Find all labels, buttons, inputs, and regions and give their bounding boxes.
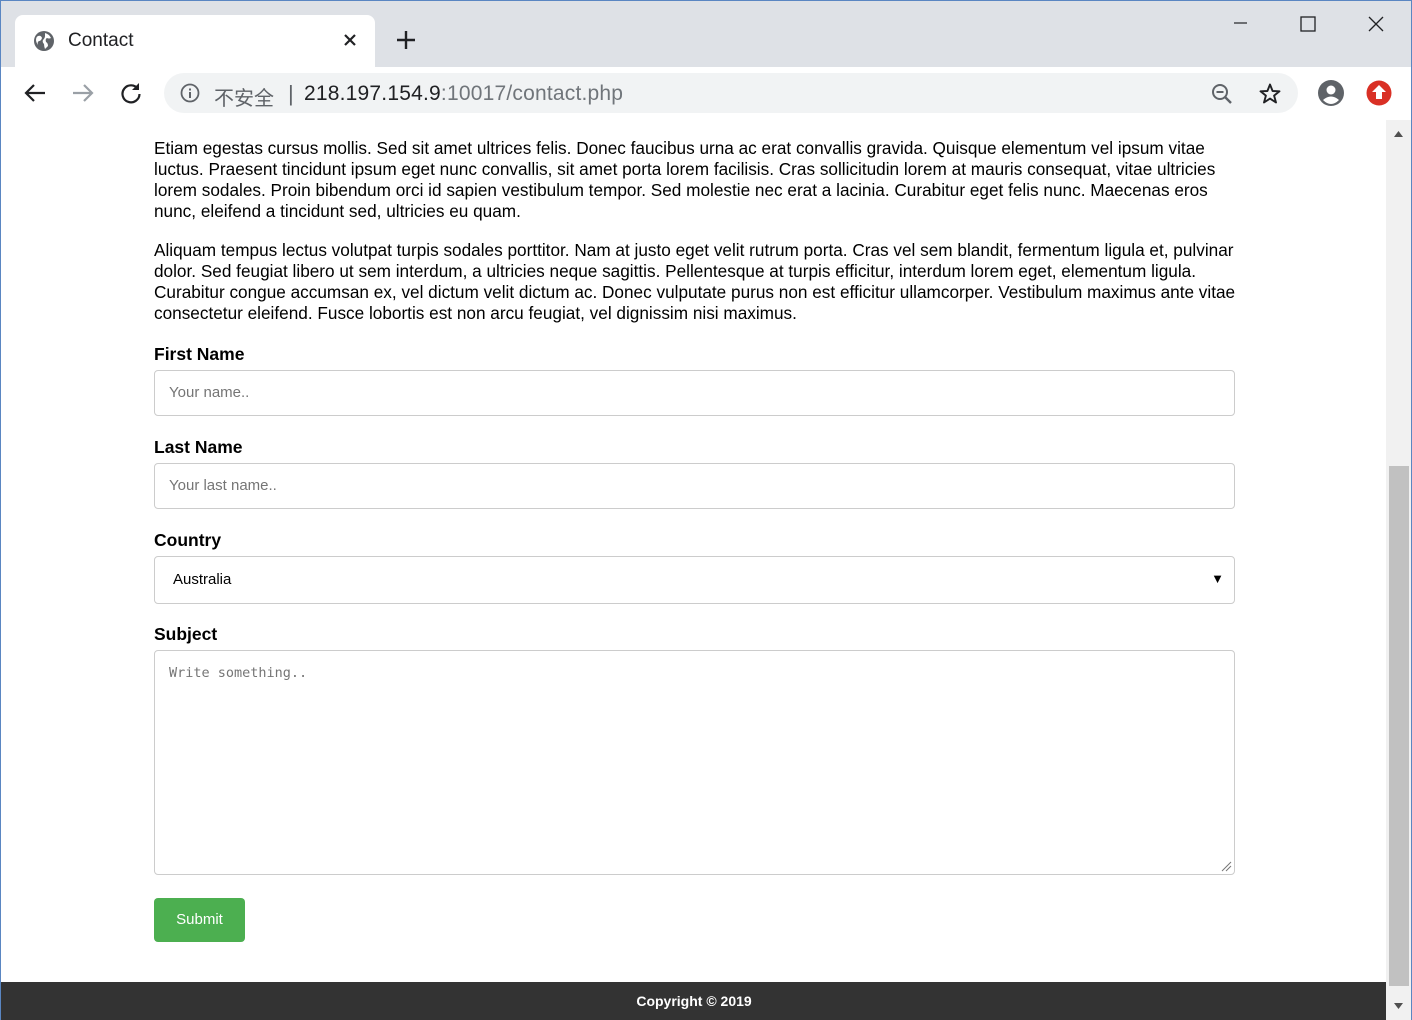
vertical-scrollbar[interactable] <box>1386 120 1412 1020</box>
first-name-input[interactable]: Your name.. <box>154 370 1235 416</box>
back-arrow-icon[interactable] <box>21 79 49 107</box>
globe-icon <box>34 31 54 51</box>
separator: | <box>288 81 294 106</box>
url-host: 218.197.154.9 <box>304 82 441 105</box>
minimize-icon[interactable] <box>1217 9 1263 41</box>
browser-toolbar: 不安全 | 218.197.154.9:10017/contact.php <box>1 67 1411 121</box>
main-content: Etiam egestas cursus mollis. Sed sit ame… <box>154 138 1236 942</box>
country-selected-value: Australia <box>173 571 232 588</box>
submit-button[interactable]: Submit <box>154 898 245 942</box>
paragraph-1: Etiam egestas cursus mollis. Sed sit ame… <box>154 138 1216 221</box>
profile-avatar-icon[interactable] <box>1317 79 1345 107</box>
first-name-label: First Name <box>154 344 245 364</box>
maximize-icon[interactable] <box>1285 9 1331 41</box>
url-text[interactable]: 218.197.154.9:10017/contact.php <box>304 82 623 106</box>
security-status: 不安全 <box>214 86 274 110</box>
subject-label: Subject <box>154 624 218 644</box>
browser-window: Contact 不安全 | 218.197.154.9:10017/contac… <box>0 0 1412 121</box>
close-icon[interactable] <box>339 29 361 51</box>
new-tab-icon[interactable] <box>394 28 418 52</box>
resize-grip-icon[interactable] <box>1220 860 1232 872</box>
last-name-label: Last Name <box>154 437 243 457</box>
tab-contact[interactable]: Contact <box>15 15 375 67</box>
paragraph-2: Aliquam tempus lectus volutpat turpis so… <box>154 240 1236 323</box>
reload-icon[interactable] <box>117 79 145 107</box>
country-select[interactable]: Australia ▼ <box>154 556 1235 604</box>
zoom-out-icon[interactable] <box>1210 82 1234 106</box>
window-close-icon[interactable] <box>1353 9 1399 41</box>
page-viewport: Etiam egestas cursus mollis. Sed sit ame… <box>0 120 1386 1020</box>
subject-textarea[interactable]: Write something.. <box>154 650 1235 875</box>
update-icon[interactable] <box>1365 79 1393 107</box>
last-name-input[interactable]: Your last name.. <box>154 463 1235 509</box>
dropdown-arrow-icon: ▼ <box>1211 571 1224 586</box>
address-bar[interactable]: 不安全 | 218.197.154.9:10017/contact.php <box>164 73 1298 113</box>
footer-copyright: Copyright © 2019 <box>1 982 1386 1020</box>
scroll-down-arrow-icon[interactable] <box>1386 994 1411 1020</box>
country-label: Country <box>154 530 222 550</box>
scrollbar-thumb[interactable] <box>1389 466 1409 986</box>
info-icon[interactable] <box>180 83 200 103</box>
forward-arrow-icon[interactable] <box>69 79 97 107</box>
scroll-up-arrow-icon[interactable] <box>1386 120 1411 146</box>
subject-placeholder: Write something.. <box>169 665 308 681</box>
bookmark-star-icon[interactable] <box>1258 82 1282 106</box>
url-path: :10017/contact.php <box>440 82 624 105</box>
tab-title: Contact <box>68 30 134 51</box>
